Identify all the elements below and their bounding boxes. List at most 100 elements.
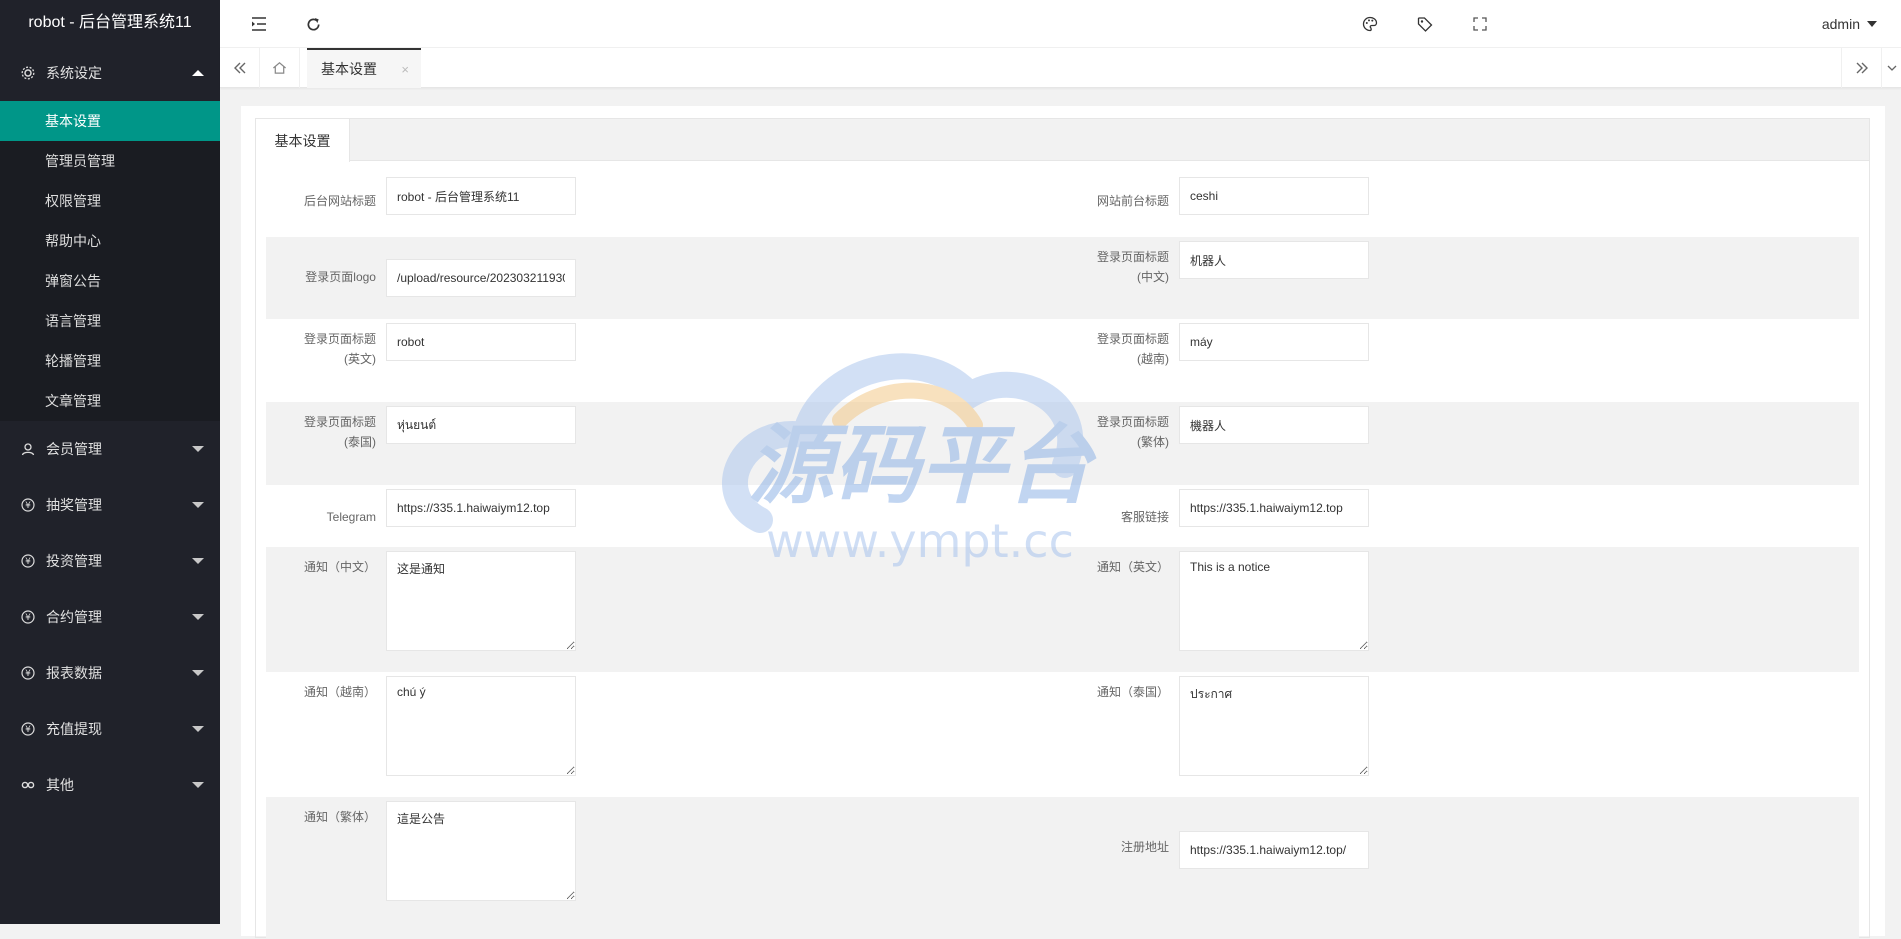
form-row: 登录页面logo 登录页面标题 (中文) — [266, 237, 1859, 319]
service-link-input[interactable] — [1179, 489, 1369, 527]
label-login-logo: 登录页面logo — [305, 270, 376, 284]
menu-label: 抽奖管理 — [46, 497, 102, 513]
login-title-vn-input[interactable] — [1179, 323, 1369, 361]
caret-down-icon — [1867, 21, 1877, 27]
chevron-down-icon — [192, 558, 204, 564]
tabs-menu-chevron-down-icon[interactable] — [1881, 48, 1901, 88]
label-service-link: 客服链接 — [1120, 510, 1169, 524]
theme-palette-icon[interactable] — [1350, 0, 1390, 48]
form-row: 后台网站标题 网站前台标题 — [266, 177, 1859, 223]
tabs-scroll-right-icon[interactable] — [1841, 48, 1881, 88]
label-line: (中文) — [1137, 270, 1169, 284]
svg-text:¥: ¥ — [25, 613, 31, 623]
login-title-cn-input[interactable] — [1179, 241, 1369, 279]
tab-bar: 基本设置 × — [220, 48, 1901, 88]
settings-panel: 基本设置 后台网站标题 网站前台标题 登录页面logo 登录页面标题 (中文) 登… — [255, 118, 1870, 939]
yen-icon: ¥ — [20, 721, 36, 737]
notice-en-textarea[interactable]: This is a notice — [1179, 551, 1369, 651]
sidebar-item-articles[interactable]: 文章管理 — [0, 381, 220, 421]
menu-label: 系统设定 — [46, 65, 102, 81]
menu-members[interactable]: 会员管理 — [0, 421, 220, 477]
login-title-en-input[interactable] — [386, 323, 576, 361]
card-tab-basic-settings[interactable]: 基本设置 — [256, 119, 350, 162]
tabs-scroll-left-icon[interactable] — [220, 48, 260, 88]
svg-text:¥: ¥ — [25, 725, 31, 735]
sidebar-item-carousel[interactable]: 轮播管理 — [0, 341, 220, 381]
yen-icon: ¥ — [20, 609, 36, 625]
label-notice-vn: 通知（越南） — [303, 685, 376, 699]
sidebar-item-language[interactable]: 语言管理 — [0, 301, 220, 341]
menu-label: 投资管理 — [46, 553, 102, 569]
home-icon[interactable] — [260, 48, 300, 88]
menu-label: 其他 — [46, 777, 74, 793]
form-row: 通知（繁体） 這是公告 注册地址 — [266, 797, 1859, 939]
card-tab-bar: 基本设置 — [256, 119, 1869, 162]
label-login-title-vn: 登录页面标题 (越南) — [1059, 329, 1169, 369]
register-url-input[interactable] — [1179, 831, 1369, 869]
yen-icon: ¥ — [20, 553, 36, 569]
label-notice-tw: 通知（繁体） — [303, 810, 376, 824]
menu-contracts[interactable]: ¥ 合约管理 — [0, 589, 220, 645]
menu-toggle-icon[interactable] — [244, 0, 274, 48]
label-front-title: 网站前台标题 — [1096, 194, 1169, 208]
top-header: admin — [220, 0, 1901, 48]
chevron-down-icon — [192, 614, 204, 620]
user-menu[interactable]: admin — [1822, 0, 1877, 48]
sidebar-item-admin[interactable]: 管理员管理 — [0, 141, 220, 181]
refresh-icon[interactable] — [298, 0, 328, 48]
menu-lottery[interactable]: ¥ 抽奖管理 — [0, 477, 220, 533]
menu-label: 报表数据 — [46, 665, 102, 681]
sidebar-item-basic-settings[interactable]: 基本设置 — [0, 101, 220, 141]
label-notice-en: 通知（英文） — [1096, 560, 1169, 574]
label-line: 登录页面标题 — [303, 332, 376, 346]
notice-cn-textarea[interactable]: 这是通知 — [386, 551, 576, 651]
chevron-down-icon — [192, 446, 204, 452]
label-line: (泰国) — [344, 435, 376, 449]
label-line: 登录页面标题 — [1096, 332, 1169, 346]
label-login-title-th: 登录页面标题 (泰国) — [266, 412, 376, 452]
menu-group-system: 系统设定 基本设置 管理员管理 权限管理 帮助中心 弹窗公告 语言管理 轮播管理… — [0, 45, 220, 421]
front-title-input[interactable] — [1179, 177, 1369, 215]
label-line: (繁体) — [1137, 435, 1169, 449]
sidebar-item-permissions[interactable]: 权限管理 — [0, 181, 220, 221]
login-title-tw-input[interactable] — [1179, 406, 1369, 444]
form-row: Telegram 客服链接 — [266, 485, 1859, 547]
login-logo-input[interactable] — [386, 259, 576, 297]
notice-vn-textarea[interactable]: chú ý — [386, 676, 576, 776]
chevron-up-icon — [192, 70, 204, 76]
label-site-title: 后台网站标题 — [303, 194, 376, 208]
menu-label: 会员管理 — [46, 441, 102, 457]
menu-reports[interactable]: ¥ 报表数据 — [0, 645, 220, 701]
close-icon[interactable]: × — [401, 62, 409, 77]
yen-icon: ¥ — [20, 497, 36, 513]
label-login-title-en: 登录页面标题 (英文) — [266, 329, 376, 369]
menu-other[interactable]: 其他 — [0, 757, 220, 813]
label-login-title-cn: 登录页面标题 (中文) — [1059, 247, 1169, 287]
site-title-input[interactable] — [386, 177, 576, 215]
tab-basic-settings[interactable]: 基本设置 × — [307, 48, 421, 88]
menu-system-settings[interactable]: 系统设定 — [0, 45, 220, 101]
chevron-down-icon — [192, 670, 204, 676]
tab-label: 基本设置 — [321, 61, 377, 77]
label-line: (英文) — [344, 352, 376, 366]
menu-investment[interactable]: ¥ 投资管理 — [0, 533, 220, 589]
submenu-system: 基本设置 管理员管理 权限管理 帮助中心 弹窗公告 语言管理 轮播管理 文章管理 — [0, 101, 220, 421]
label-line: 登录页面标题 — [303, 415, 376, 429]
telegram-input[interactable] — [386, 489, 576, 527]
label-line: 登录页面标题 — [1096, 250, 1169, 264]
label-notice-th: 通知（泰国） — [1096, 685, 1169, 699]
label-login-title-tw: 登录页面标题 (繁体) — [1059, 412, 1169, 452]
menu-deposit-withdraw[interactable]: ¥ 充值提现 — [0, 701, 220, 757]
fullscreen-icon[interactable] — [1460, 0, 1500, 48]
sidebar-item-help-center[interactable]: 帮助中心 — [0, 221, 220, 261]
label-line: (越南) — [1137, 352, 1169, 366]
login-title-th-input[interactable] — [386, 406, 576, 444]
form-row: 登录页面标题 (泰国) 登录页面标题 (繁体) — [266, 402, 1859, 485]
chevron-down-icon — [192, 782, 204, 788]
menu-label: 合约管理 — [46, 609, 102, 625]
tag-icon[interactable] — [1405, 0, 1445, 48]
notice-th-textarea[interactable]: ประกาศ — [1179, 676, 1369, 776]
notice-tw-textarea[interactable]: 這是公告 — [386, 801, 576, 901]
label-notice-cn: 通知（中文） — [303, 560, 376, 574]
sidebar-item-popup-notice[interactable]: 弹窗公告 — [0, 261, 220, 301]
